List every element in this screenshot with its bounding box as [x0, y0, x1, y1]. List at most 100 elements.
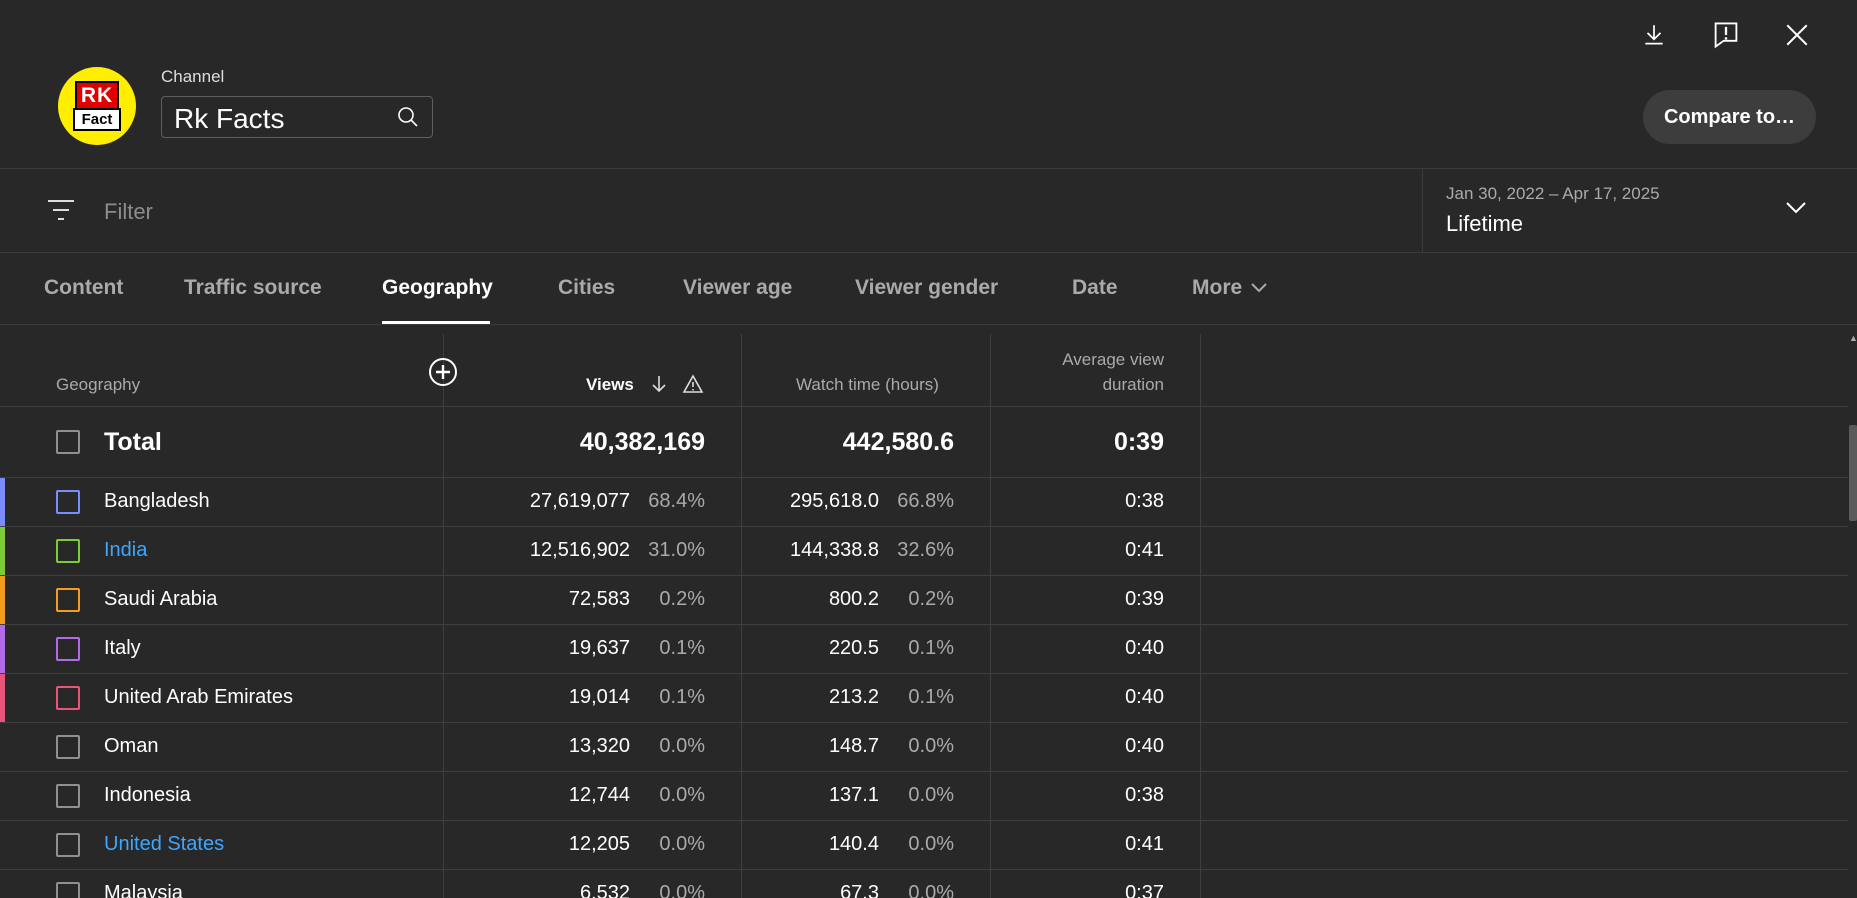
- row-color-indicator: [0, 478, 5, 526]
- tab-traffic-source[interactable]: Traffic source: [184, 276, 322, 300]
- scrollbar-track[interactable]: [1848, 334, 1857, 898]
- add-column-icon[interactable]: [427, 356, 459, 393]
- warning-icon[interactable]: [682, 374, 704, 399]
- row-color-indicator: [0, 625, 5, 673]
- country-name: Italy: [104, 637, 141, 659]
- column-header-avg-duration-line1[interactable]: Average view: [1000, 350, 1164, 370]
- total-label: Total: [104, 428, 162, 456]
- avg-duration-value: 0:40: [1125, 637, 1164, 659]
- views-percent: 0.2%: [659, 588, 705, 610]
- row-checkbox[interactable]: [56, 588, 80, 612]
- table-row[interactable]: Malaysia 6,532 0.0% 67.3 0.0% 0:37: [0, 870, 1848, 898]
- row-checkbox[interactable]: [56, 833, 80, 857]
- chevron-down-icon[interactable]: [1785, 201, 1807, 220]
- total-views: 40,382,169: [579, 428, 705, 456]
- channel-picker[interactable]: Rk Facts: [161, 96, 433, 138]
- table-row[interactable]: Italy 19,637 0.1% 220.5 0.1% 0:40: [0, 625, 1848, 674]
- watch-time-value: 295,618.0: [790, 490, 879, 512]
- download-icon[interactable]: [1636, 17, 1672, 53]
- row-color-indicator: [0, 576, 5, 624]
- logo-bottom-text: Fact: [72, 108, 122, 131]
- watch-time-value: 220.5: [828, 637, 879, 659]
- watch-time-value: 144,338.8: [790, 539, 879, 561]
- avg-duration-value: 0:38: [1125, 784, 1164, 806]
- tab-cities[interactable]: Cities: [558, 276, 615, 300]
- row-checkbox[interactable]: [56, 490, 80, 514]
- row-checkbox[interactable]: [56, 735, 80, 759]
- row-checkbox[interactable]: [56, 784, 80, 808]
- country-name[interactable]: United States: [104, 833, 224, 856]
- tab-content[interactable]: Content: [44, 276, 123, 300]
- tab-date[interactable]: Date: [1072, 276, 1118, 300]
- row-checkbox[interactable]: [56, 882, 80, 898]
- watch-time-value: 148.7: [828, 735, 879, 757]
- avg-duration-value: 0:40: [1125, 686, 1164, 708]
- watch-time-percent: 0.0%: [908, 833, 954, 855]
- channel-label: Channel: [161, 67, 225, 86]
- compare-button[interactable]: Compare to…: [1643, 90, 1816, 144]
- views-percent: 0.1%: [659, 686, 705, 708]
- views-percent: 68.4%: [648, 490, 705, 512]
- divider: [1422, 169, 1423, 253]
- country-name: Oman: [104, 735, 159, 757]
- total-checkbox[interactable]: [56, 430, 80, 454]
- tab-more[interactable]: More: [1192, 276, 1268, 300]
- date-range-text: Jan 30, 2022 – Apr 17, 2025: [1446, 184, 1660, 203]
- tab-viewer-age[interactable]: Viewer age: [683, 276, 792, 300]
- tab-bar: Content Traffic source Geography Cities …: [0, 253, 1857, 325]
- avg-duration-value: 0:38: [1125, 490, 1164, 512]
- total-avg-duration: 0:39: [1113, 428, 1164, 456]
- scrollbar-thumb[interactable]: [1849, 425, 1857, 521]
- close-icon[interactable]: [1779, 17, 1815, 53]
- column-header-watch-time[interactable]: Watch time (hours): [796, 375, 939, 395]
- table-row[interactable]: United States 12,205 0.0% 140.4 0.0% 0:41: [0, 821, 1848, 870]
- watch-time-percent: 0.0%: [908, 784, 954, 806]
- row-color-indicator: [0, 527, 5, 575]
- sort-desc-icon[interactable]: [650, 374, 668, 399]
- views-value: 19,637: [568, 637, 630, 659]
- table-row[interactable]: Indonesia 12,744 0.0% 137.1 0.0% 0:38: [0, 772, 1848, 821]
- watch-time-percent: 66.8%: [897, 490, 954, 512]
- logo-top-text: RK: [74, 81, 120, 108]
- column-header-avg-duration-line2[interactable]: duration: [1000, 375, 1164, 395]
- country-name: United Arab Emirates: [104, 686, 293, 708]
- watch-time-value: 213.2: [828, 686, 879, 708]
- table-row[interactable]: United Arab Emirates 19,014 0.1% 213.2 0.1% 0…: [0, 674, 1848, 723]
- column-header-views[interactable]: Views: [586, 375, 634, 395]
- avg-duration-value: 0:41: [1125, 539, 1164, 561]
- tab-geography[interactable]: Geography: [382, 276, 493, 300]
- filter-icon[interactable]: [46, 198, 76, 227]
- views-percent: 31.0%: [648, 539, 705, 561]
- table-row[interactable]: Bangladesh 27,619,077 68.4% 295,618.0 66.8% 0…: [0, 478, 1848, 527]
- watch-time-percent: 0.1%: [908, 686, 954, 708]
- watch-time-percent: 0.1%: [908, 637, 954, 659]
- country-name: Saudi Arabia: [104, 588, 218, 610]
- feedback-icon[interactable]: [1708, 17, 1744, 53]
- chevron-down-icon: [1251, 283, 1267, 293]
- views-percent: 0.0%: [659, 833, 705, 855]
- views-value: 12,516,902: [529, 539, 630, 561]
- filter-bar: Filter Jan 30, 2022 – Apr 17, 2025 Lifet…: [0, 168, 1857, 253]
- date-period[interactable]: Lifetime: [1446, 211, 1523, 237]
- views-percent: 0.0%: [659, 784, 705, 806]
- views-percent: 0.0%: [659, 882, 705, 898]
- row-checkbox[interactable]: [56, 539, 80, 563]
- row-checkbox[interactable]: [56, 637, 80, 661]
- table-row[interactable]: India 12,516,902 31.0% 144,338.8 32.6% 0:41: [0, 527, 1848, 576]
- watch-time-percent: 0.0%: [908, 882, 954, 898]
- total-watch-time: 442,580.6: [842, 428, 954, 456]
- country-name[interactable]: India: [104, 539, 147, 562]
- views-value: 12,205: [568, 833, 630, 855]
- row-checkbox[interactable]: [56, 686, 80, 710]
- country-name: Indonesia: [104, 784, 191, 806]
- watch-time-percent: 0.0%: [908, 735, 954, 757]
- filter-input[interactable]: Filter: [104, 199, 153, 225]
- search-icon[interactable]: [396, 105, 420, 134]
- table-row[interactable]: Saudi Arabia 72,583 0.2% 800.2 0.2% 0:39: [0, 576, 1848, 625]
- tab-viewer-gender[interactable]: Viewer gender: [855, 276, 998, 300]
- active-tab-indicator: [382, 321, 490, 324]
- watch-time-value: 137.1: [828, 784, 879, 806]
- table-row[interactable]: Oman 13,320 0.0% 148.7 0.0% 0:40: [0, 723, 1848, 772]
- scroll-up-arrow[interactable]: ▲: [1849, 333, 1857, 343]
- channel-name: Rk Facts: [174, 103, 285, 134]
